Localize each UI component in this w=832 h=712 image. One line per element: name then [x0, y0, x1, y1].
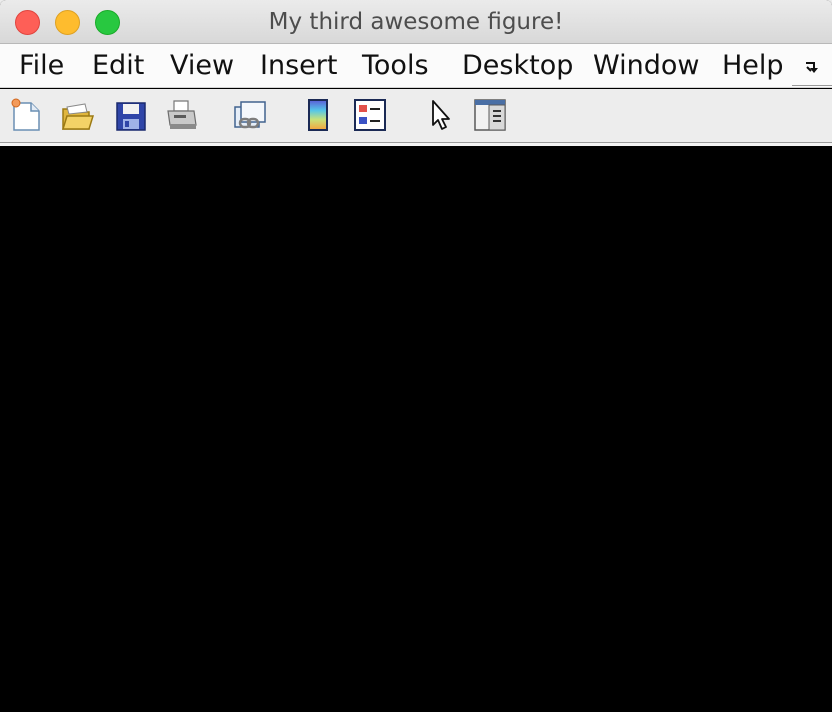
open-file-icon — [61, 103, 95, 130]
edit-plot-icon — [432, 100, 450, 130]
insert-legend-icon — [354, 99, 386, 131]
open-file-button[interactable] — [59, 97, 95, 133]
menu-window[interactable]: Window — [593, 50, 699, 81]
insert-colorbar-icon — [308, 99, 328, 131]
link-plot-icon — [234, 101, 266, 129]
menu-view[interactable]: View — [170, 50, 234, 81]
save-figure-icon — [116, 102, 146, 131]
print-figure-icon — [167, 100, 197, 129]
insert-colorbar-button[interactable] — [300, 97, 336, 133]
new-figure-icon — [11, 98, 40, 131]
insert-legend-button[interactable] — [352, 97, 388, 133]
save-figure-button[interactable] — [113, 97, 149, 133]
figure-window: My third awesome figure! File Edit View … — [0, 0, 832, 712]
menu-bar: File Edit View Insert Tools Desktop Wind… — [0, 44, 832, 88]
new-figure-button[interactable] — [9, 97, 45, 133]
menu-edit[interactable]: Edit — [92, 50, 144, 81]
print-figure-button[interactable] — [164, 97, 200, 133]
menu-overflow-icon — [806, 61, 818, 73]
open-property-inspector-icon — [474, 99, 506, 131]
title-bar[interactable]: My third awesome figure! — [0, 0, 832, 44]
menu-overflow-button[interactable] — [792, 50, 832, 86]
figure-toolbar — [0, 89, 832, 143]
edit-plot-button[interactable] — [424, 97, 460, 133]
menu-desktop[interactable]: Desktop — [462, 50, 573, 81]
menu-file[interactable]: File — [19, 50, 64, 81]
link-plot-button[interactable] — [232, 97, 268, 133]
menu-insert[interactable]: Insert — [260, 50, 337, 81]
window-title: My third awesome figure! — [268, 9, 564, 35]
menu-tools[interactable]: Tools — [362, 50, 429, 81]
menu-help[interactable]: Help — [722, 50, 784, 81]
open-property-inspector-button[interactable] — [472, 97, 508, 133]
figure-canvas[interactable] — [0, 146, 832, 712]
